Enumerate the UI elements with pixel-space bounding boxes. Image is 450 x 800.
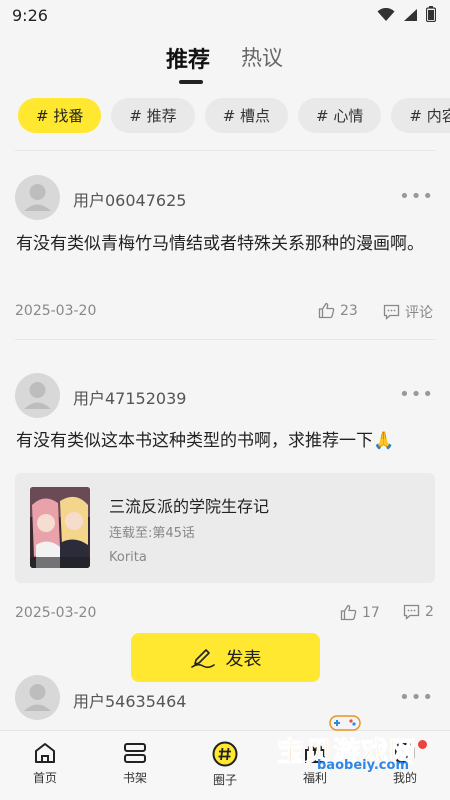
book-title: 三流反派的学院生存记 <box>109 497 270 516</box>
nav-label: 首页 <box>32 771 57 785</box>
avatar[interactable] <box>15 675 60 720</box>
book-cover-image <box>30 487 90 568</box>
top-tabs: 推荐 热议 <box>0 40 450 88</box>
bookshelf-icon <box>124 743 146 763</box>
thumbs-up-icon <box>340 604 357 621</box>
username[interactable]: 用户47152039 <box>73 385 186 409</box>
pen-icon <box>190 648 215 668</box>
book-progress: 连载至:第45话 <box>109 526 195 541</box>
avatar[interactable] <box>15 175 60 220</box>
status-time: 9:26 <box>12 6 48 25</box>
thumbs-up-icon <box>318 302 335 319</box>
publish-button[interactable]: 发表 <box>131 633 320 682</box>
nav-circle[interactable]: 圈子 <box>195 741 255 788</box>
tab-hot-discussion[interactable]: 热议 <box>241 42 283 72</box>
hashtag-circle-icon <box>212 741 238 767</box>
home-icon <box>35 743 55 763</box>
nav-home[interactable]: 首页 <box>15 741 75 786</box>
watermark-url: baobeiy.com <box>317 758 409 773</box>
tab-recommend[interactable]: 推荐 <box>166 42 210 74</box>
publish-label: 发表 <box>225 648 262 670</box>
username[interactable]: 用户54635464 <box>73 688 186 712</box>
wifi-icon <box>377 7 395 26</box>
comment-label: 评论 <box>405 305 433 321</box>
like-button[interactable]: 17 <box>340 604 380 621</box>
username[interactable]: 用户06047625 <box>73 187 186 211</box>
more-options-icon[interactable]: ••• <box>399 687 434 708</box>
active-tab-indicator <box>179 80 203 84</box>
post-date: 2025-03-20 <box>15 605 97 621</box>
status-bar: 9:26 <box>0 0 450 32</box>
status-icons <box>377 6 437 26</box>
avatar[interactable] <box>15 373 60 418</box>
like-count: 17 <box>362 604 380 621</box>
more-options-icon[interactable]: ••• <box>399 186 434 207</box>
chip-content[interactable]: # 内容 <box>391 98 450 133</box>
comment-icon <box>403 604 420 620</box>
divider <box>15 150 435 151</box>
chip-complaints[interactable]: # 槽点 <box>204 98 289 133</box>
like-button[interactable]: 23 <box>318 302 358 319</box>
book-author: Korita <box>109 550 147 565</box>
topic-chips: # 找番 # 推荐 # 槽点 # 心情 # 内容 <box>18 98 450 134</box>
post-text[interactable]: 有没有类似青梅竹马情结或者特殊关系那种的漫画啊。 <box>16 231 436 258</box>
comment-icon <box>383 304 400 320</box>
comment-button[interactable]: 2 <box>403 604 434 620</box>
book-card[interactable]: 三流反派的学院生存记 连载至:第45话 Korita <box>15 473 435 583</box>
nav-label: 书架 <box>122 771 147 785</box>
watermark: 宝贝游戏网 baobeiy.com <box>272 712 432 776</box>
comment-count: 2 <box>425 604 434 620</box>
like-count: 23 <box>340 302 358 319</box>
signal-icon <box>403 7 418 26</box>
nav-bookshelf[interactable]: 书架 <box>105 741 165 786</box>
comment-button[interactable]: 评论 <box>383 302 433 322</box>
divider <box>15 339 435 340</box>
more-options-icon[interactable]: ••• <box>399 384 434 405</box>
post-text[interactable]: 有没有类似这本书这种类型的书啊，求推荐一下🙏 <box>16 428 436 455</box>
chip-find-anime[interactable]: # 找番 <box>18 98 102 133</box>
chip-recommend[interactable]: # 推荐 <box>111 98 195 133</box>
chip-mood[interactable]: # 心情 <box>298 98 382 133</box>
battery-icon <box>425 6 437 26</box>
nav-label: 圈子 <box>212 773 237 787</box>
post-date: 2025-03-20 <box>15 303 97 319</box>
